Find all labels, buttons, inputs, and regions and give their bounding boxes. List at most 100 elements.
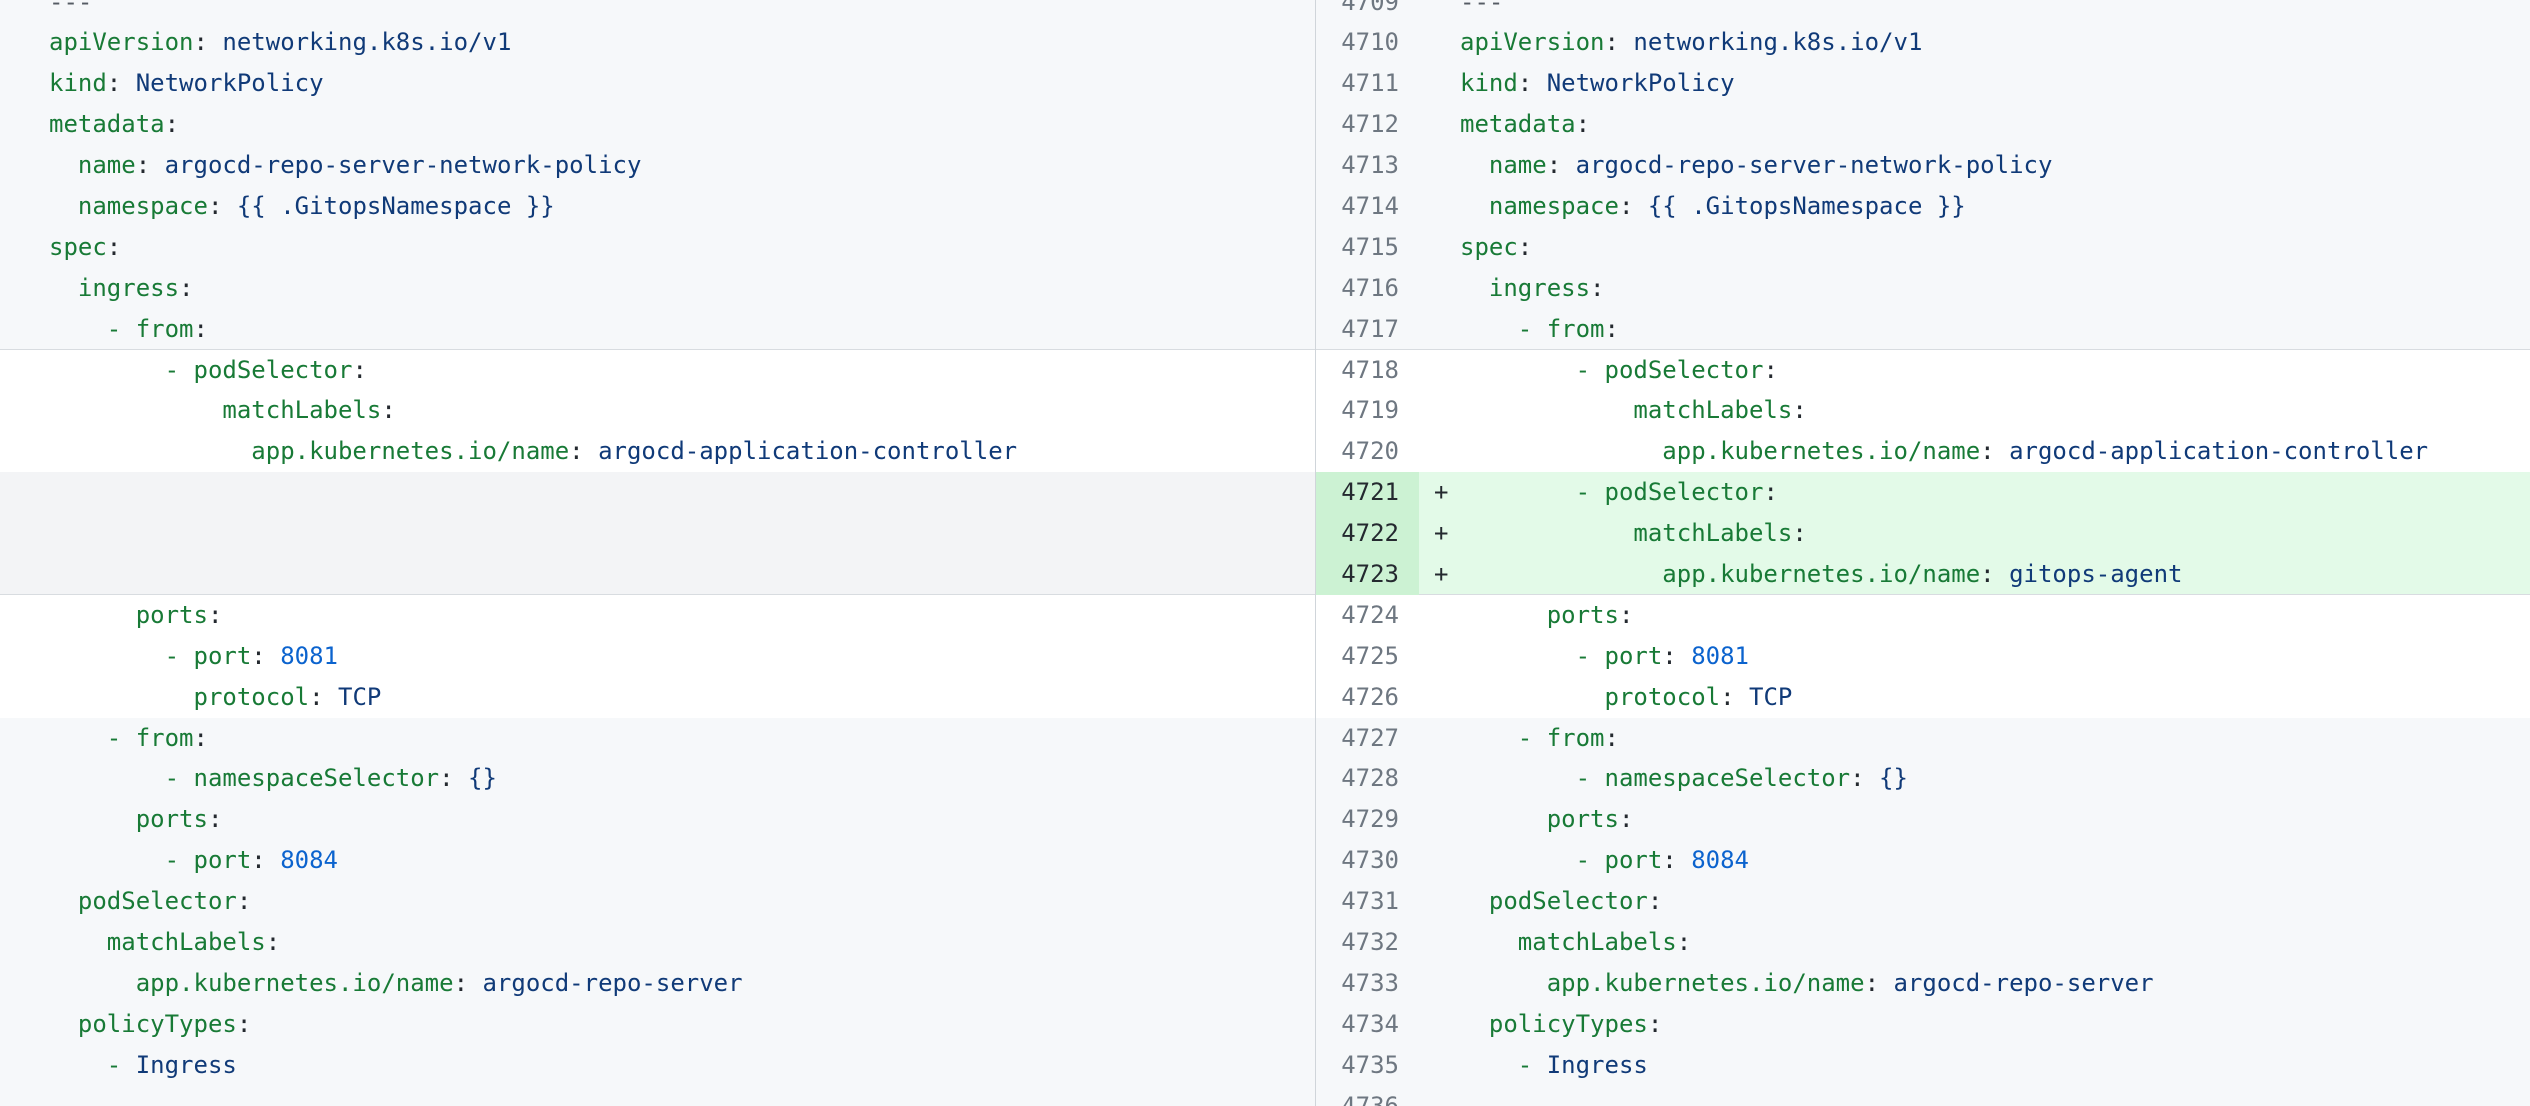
empty-placeholder-cell bbox=[0, 554, 1315, 595]
line-number[interactable]: 4736 bbox=[1316, 1086, 1419, 1106]
line-number[interactable]: 4733 bbox=[1316, 963, 1419, 1004]
code-line-new: - from: bbox=[1460, 309, 2530, 350]
line-number[interactable]: 4725 bbox=[1316, 636, 1419, 677]
line-number[interactable]: 4718 bbox=[1316, 350, 1419, 391]
diff-sign-plus bbox=[1419, 799, 1460, 840]
code-line-old: - port: 8081 bbox=[0, 636, 1315, 677]
diff-row-old: kind: NetworkPolicy bbox=[0, 63, 1315, 104]
diff-sign-plus bbox=[1419, 22, 1460, 63]
split-diff-view[interactable]: ---apiVersion: networking.k8s.io/v1kind:… bbox=[0, 0, 2530, 1106]
line-number[interactable]: 4713 bbox=[1316, 145, 1419, 186]
diff-sign-plus: + bbox=[1419, 513, 1460, 554]
diff-row-old bbox=[0, 554, 1315, 595]
line-number[interactable]: 4729 bbox=[1316, 799, 1419, 840]
diff-row-old: app.kubernetes.io/name: argocd-repo-serv… bbox=[0, 963, 1315, 1004]
code-line-old: - from: bbox=[0, 718, 1315, 759]
code-line-old: - port: 8084 bbox=[0, 840, 1315, 881]
diff-row-new: 4725 - port: 8081 bbox=[1316, 636, 2530, 677]
code-line-new: protocol: TCP bbox=[1460, 677, 2530, 718]
line-number[interactable]: 4731 bbox=[1316, 881, 1419, 922]
code-line-old: app.kubernetes.io/name: argocd-applicati… bbox=[0, 431, 1315, 472]
code-line-old: matchLabels: bbox=[0, 922, 1315, 963]
diff-row-old: matchLabels: bbox=[0, 390, 1315, 431]
diff-row-old bbox=[0, 513, 1315, 554]
line-number[interactable]: 4723 bbox=[1316, 554, 1419, 595]
diff-row-new: 4719 matchLabels: bbox=[1316, 390, 2530, 431]
line-number[interactable]: 4726 bbox=[1316, 677, 1419, 718]
diff-row-old bbox=[0, 472, 1315, 513]
code-line-old: - namespaceSelector: {} bbox=[0, 758, 1315, 799]
diff-row-old: - Ingress bbox=[0, 1045, 1315, 1086]
line-number[interactable]: 4719 bbox=[1316, 390, 1419, 431]
line-number[interactable]: 4730 bbox=[1316, 840, 1419, 881]
diff-row-new: 4712metadata: bbox=[1316, 104, 2530, 145]
line-number[interactable]: 4734 bbox=[1316, 1004, 1419, 1045]
line-number[interactable]: 4715 bbox=[1316, 227, 1419, 268]
line-number[interactable]: 4727 bbox=[1316, 718, 1419, 759]
diff-row-new: 4715spec: bbox=[1316, 227, 2530, 268]
diff-sign-plus bbox=[1419, 309, 1460, 350]
code-line-new: name: argocd-repo-server-network-policy bbox=[1460, 145, 2530, 186]
code-line-new: - port: 8081 bbox=[1460, 636, 2530, 677]
line-number[interactable]: 4728 bbox=[1316, 758, 1419, 799]
code-line-new: kind: NetworkPolicy bbox=[1460, 63, 2530, 104]
empty-placeholder-cell bbox=[0, 472, 1315, 513]
code-line-old: - podSelector: bbox=[0, 350, 1315, 391]
code-line-new: --- bbox=[1460, 0, 2530, 22]
diff-row-old: metadata: bbox=[0, 104, 1315, 145]
diff-sign-plus bbox=[1419, 104, 1460, 145]
code-line-new: - from: bbox=[1460, 718, 2530, 759]
diff-sign-plus bbox=[1419, 1045, 1460, 1086]
diff-sign-plus bbox=[1419, 350, 1460, 391]
diff-row-new: 4711 kind: NetworkPolicy bbox=[1316, 63, 2530, 104]
code-line-new: --- bbox=[1460, 1086, 2530, 1106]
diff-row-new: 4729 ports: bbox=[1316, 799, 2530, 840]
empty-placeholder-cell bbox=[0, 513, 1315, 554]
diff-row-old: apiVersion: networking.k8s.io/v1 bbox=[0, 22, 1315, 63]
code-line-old: kind: NetworkPolicy bbox=[0, 63, 1315, 104]
diff-row-new: 4733 app.kubernetes.io/name: argocd-repo… bbox=[1316, 963, 2530, 1004]
diff-row-added: 4722+ matchLabels: bbox=[1316, 513, 2530, 554]
code-line-old: - from: bbox=[0, 309, 1315, 350]
code-line-old: metadata: bbox=[0, 104, 1315, 145]
code-line-new: policyTypes: bbox=[1460, 1004, 2530, 1045]
line-number[interactable]: 4712 bbox=[1316, 104, 1419, 145]
diff-row-old: app.kubernetes.io/name: argocd-applicati… bbox=[0, 431, 1315, 472]
line-number[interactable]: 4720 bbox=[1316, 431, 1419, 472]
code-line-old: apiVersion: networking.k8s.io/v1 bbox=[0, 22, 1315, 63]
diff-sign-plus bbox=[1419, 636, 1460, 677]
line-number[interactable]: 4716 bbox=[1316, 268, 1419, 309]
line-number[interactable]: 4714 bbox=[1316, 186, 1419, 227]
diff-sign-plus bbox=[1419, 840, 1460, 881]
line-number[interactable]: 4735 bbox=[1316, 1045, 1419, 1086]
code-line-new: - Ingress bbox=[1460, 1045, 2530, 1086]
diff-row-old: - from: bbox=[0, 718, 1315, 759]
diff-sign-plus bbox=[1419, 1004, 1460, 1045]
diff-row-old: - port: 8081 bbox=[0, 636, 1315, 677]
code-line-new: matchLabels: bbox=[1460, 390, 2530, 431]
diff-row-new: 4714 namespace: {{ .GitopsNamespace }} bbox=[1316, 186, 2530, 227]
code-line-new: - podSelector: bbox=[1460, 472, 2530, 513]
diff-row-old: - from: bbox=[0, 309, 1315, 350]
diff-row-old: namespace: {{ .GitopsNamespace }} bbox=[0, 186, 1315, 227]
diff-row-old: ports: bbox=[0, 595, 1315, 636]
code-line-new: app.kubernetes.io/name: gitops-agent bbox=[1460, 554, 2530, 595]
diff-sign-plus bbox=[1419, 268, 1460, 309]
line-number[interactable]: 4710 bbox=[1316, 22, 1419, 63]
line-number[interactable]: 4717 bbox=[1316, 309, 1419, 350]
diff-sign-plus bbox=[1419, 758, 1460, 799]
diff-row-new: 4724 ports: bbox=[1316, 595, 2530, 636]
line-number[interactable]: 4722 bbox=[1316, 513, 1419, 554]
code-line-old: namespace: {{ .GitopsNamespace }} bbox=[0, 186, 1315, 227]
line-number[interactable]: 4721 bbox=[1316, 472, 1419, 513]
line-number[interactable]: 4711 bbox=[1316, 63, 1419, 104]
diff-sign-plus bbox=[1419, 0, 1460, 22]
line-number[interactable]: 4709 bbox=[1316, 0, 1419, 22]
diff-row-new: 4731 podSelector: bbox=[1316, 881, 2530, 922]
code-line-new: apiVersion: networking.k8s.io/v1 bbox=[1460, 22, 2530, 63]
code-line-new: ports: bbox=[1460, 595, 2530, 636]
diff-row-new: 4735 - Ingress bbox=[1316, 1045, 2530, 1086]
line-number[interactable]: 4732 bbox=[1316, 922, 1419, 963]
line-number[interactable]: 4724 bbox=[1316, 595, 1419, 636]
code-line-new: - port: 8084 bbox=[1460, 840, 2530, 881]
